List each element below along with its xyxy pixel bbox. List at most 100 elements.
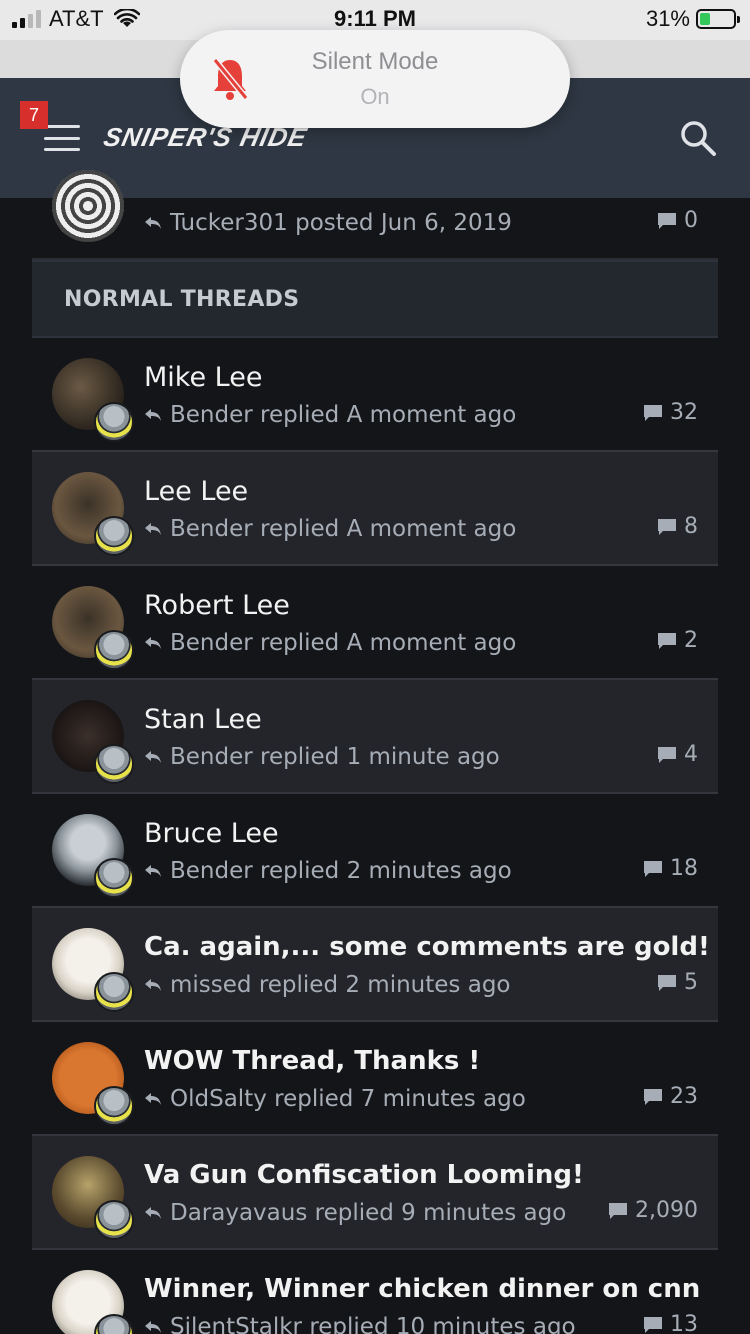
reply-count-value: 0 xyxy=(684,208,698,233)
thread-row[interactable]: Bruce Lee Bender replied 2 minutes ago 1… xyxy=(32,794,718,908)
last-poster-avatar[interactable] xyxy=(94,402,134,442)
thread-row[interactable]: Ca. again,... some comments are gold! mi… xyxy=(32,908,718,1022)
reply-count-value: 2,090 xyxy=(635,1198,698,1223)
thread-meta: Bender replied 2 minutes ago xyxy=(144,858,512,884)
last-poster-avatar[interactable] xyxy=(94,744,134,784)
thread-title[interactable]: Winner, Winner chicken dinner on cnn xyxy=(144,1274,700,1304)
last-poster-avatar[interactable] xyxy=(94,972,134,1012)
reply-icon xyxy=(145,1321,161,1333)
reply-count: 13 xyxy=(642,1312,698,1334)
reply-count: 2 xyxy=(656,628,698,653)
thread-row[interactable]: Lee Lee Bender replied A moment ago 8 xyxy=(32,452,718,566)
thread-row[interactable]: Stan Lee Bender replied 1 minute ago 4 xyxy=(32,680,718,794)
clock: 9:11 PM xyxy=(334,6,416,31)
reply-count: 18 xyxy=(642,856,698,881)
thread-meta: OldSalty replied 7 minutes ago xyxy=(144,1086,526,1112)
reply-count-value: 32 xyxy=(670,400,698,425)
toast-title: Silent Mode xyxy=(311,48,439,75)
notification-badge: 7 xyxy=(20,101,48,129)
thread-meta: Tucker301 posted Jun 6, 2019 xyxy=(144,210,512,236)
battery-percent: 31% xyxy=(645,6,690,31)
reply-icon xyxy=(145,409,161,421)
last-poster-avatar[interactable] xyxy=(94,516,134,556)
comment-icon xyxy=(658,212,676,229)
reply-icon xyxy=(145,1207,161,1219)
thread-title[interactable]: Bruce Lee xyxy=(144,818,279,849)
reply-count-value: 5 xyxy=(684,970,698,995)
thread-meta: Bender replied A moment ago xyxy=(144,630,516,656)
thread-meta: missed replied 2 minutes ago xyxy=(144,972,511,998)
reply-count: 23 xyxy=(642,1084,698,1109)
reply-count: 8 xyxy=(656,514,698,539)
last-poster-avatar[interactable] xyxy=(94,1086,134,1126)
thread-meta-text: SilentStalkr replied 10 minutes ago xyxy=(170,1314,576,1334)
reply-icon xyxy=(145,865,161,877)
reply-icon xyxy=(145,751,161,763)
thread-meta: Bender replied A moment ago xyxy=(144,402,516,428)
thread-title[interactable]: Lee Lee xyxy=(144,476,248,507)
toast-subtitle: On xyxy=(360,84,390,109)
reply-count: 5 xyxy=(656,970,698,995)
reply-count: 4 xyxy=(656,742,698,767)
battery-icon xyxy=(696,9,740,29)
search-icon[interactable] xyxy=(678,118,718,158)
comment-icon xyxy=(644,1316,662,1333)
comment-icon xyxy=(644,404,662,421)
thread-meta: Darayavaus replied 9 minutes ago xyxy=(144,1200,566,1226)
thread-meta-text: Tucker301 posted Jun 6, 2019 xyxy=(170,210,512,236)
comment-icon xyxy=(658,518,676,535)
thread-meta-text: OldSalty replied 7 minutes ago xyxy=(170,1086,526,1112)
thread-row[interactable]: Winner, Winner chicken dinner on cnn Sil… xyxy=(32,1250,718,1334)
reply-icon xyxy=(145,1093,161,1105)
reply-count-value: 8 xyxy=(684,514,698,539)
thread-meta-text: Darayavaus replied 9 minutes ago xyxy=(170,1200,567,1226)
thread-meta: Bender replied A moment ago xyxy=(144,516,516,542)
comment-icon xyxy=(658,746,676,763)
thread-row[interactable]: WOW Thread, Thanks ! OldSalty replied 7 … xyxy=(32,1022,718,1136)
battery-group: 31% xyxy=(645,6,740,32)
comment-icon xyxy=(658,974,676,991)
reply-count-value: 23 xyxy=(670,1084,698,1109)
reply-icon xyxy=(145,523,161,535)
reply-icon xyxy=(145,979,161,991)
reply-count: 0 xyxy=(656,208,698,233)
thread-title[interactable]: Stan Lee xyxy=(144,704,262,735)
thread-row[interactable]: Mike Lee Bender replied A moment ago 32 xyxy=(32,338,718,452)
thread-meta-text: missed replied 2 minutes ago xyxy=(170,972,511,998)
comment-icon xyxy=(644,1088,662,1105)
thread-meta-text: Bender replied A moment ago xyxy=(170,516,517,542)
reply-count: 2,090 xyxy=(607,1198,698,1223)
last-poster-avatar[interactable] xyxy=(94,858,134,898)
reply-count: 32 xyxy=(642,400,698,425)
thread-meta: SilentStalkr replied 10 minutes ago xyxy=(144,1314,576,1334)
last-poster-avatar[interactable] xyxy=(94,630,134,670)
reply-count-value: 18 xyxy=(670,856,698,881)
thread-meta-text: Bender replied 1 minute ago xyxy=(170,744,500,770)
thread-title[interactable]: Ca. again,... some comments are gold! xyxy=(144,932,710,962)
thread-meta: Bender replied 1 minute ago xyxy=(144,744,500,770)
thread-meta-text: Bender replied 2 minutes ago xyxy=(170,858,512,884)
thread-list: Tucker301 posted Jun 6, 2019 0 NORMAL TH… xyxy=(32,170,718,1334)
list-item[interactable]: Tucker301 posted Jun 6, 2019 0 xyxy=(32,170,718,260)
thread-row[interactable]: Robert Lee Bender replied A moment ago 2 xyxy=(32,566,718,680)
comment-icon xyxy=(644,860,662,877)
thread-row[interactable]: Va Gun Confiscation Looming! Darayavaus … xyxy=(32,1136,718,1250)
comment-icon xyxy=(658,632,676,649)
thread-meta-text: Bender replied A moment ago xyxy=(170,630,517,656)
thread-title[interactable]: Va Gun Confiscation Looming! xyxy=(144,1160,584,1190)
comment-icon xyxy=(609,1202,628,1219)
hamburger-icon[interactable] xyxy=(44,125,80,151)
thread-title[interactable]: WOW Thread, Thanks ! xyxy=(144,1046,480,1076)
section-header: NORMAL THREADS xyxy=(32,260,718,338)
avatar xyxy=(52,170,124,242)
silent-mode-toast: Silent Mode On xyxy=(180,30,570,128)
reply-icon xyxy=(145,637,161,649)
reply-count-value: 13 xyxy=(670,1312,698,1334)
thread-title[interactable]: Mike Lee xyxy=(144,362,262,393)
reply-count-value: 4 xyxy=(684,742,698,767)
reply-count-value: 2 xyxy=(684,628,698,653)
thread-meta-text: Bender replied A moment ago xyxy=(170,402,517,428)
last-poster-avatar[interactable] xyxy=(94,1200,134,1240)
reply-icon xyxy=(145,217,161,229)
thread-title[interactable]: Robert Lee xyxy=(144,590,290,621)
